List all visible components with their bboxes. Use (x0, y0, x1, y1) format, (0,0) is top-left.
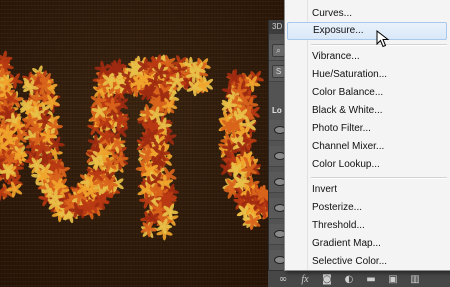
menu-item-threshold[interactable]: Threshold... (287, 217, 447, 235)
trash-icon[interactable]: ▥ (408, 274, 422, 285)
adjustment-icon[interactable]: ◐ (342, 274, 356, 285)
menu-item-exposure[interactable]: Exposure... (287, 22, 447, 40)
menu-item-photo-filter[interactable]: Photo Filter... (287, 120, 447, 138)
menu-item-selective-color[interactable]: Selective Color... (287, 253, 447, 271)
menu-item-invert[interactable]: Invert (287, 181, 447, 199)
new-layer-icon[interactable]: ▣ (386, 274, 400, 285)
folder-icon[interactable]: ▬ (364, 274, 378, 285)
menu-item-vibrance[interactable]: Vibrance... (287, 48, 447, 66)
menu-item-gradient-map[interactable]: Gradient Map... (287, 235, 447, 253)
menu-item-hue-saturation[interactable]: Hue/Saturation... (287, 66, 447, 84)
menu-item-curves[interactable]: Curves... (287, 5, 447, 23)
menu-item-color-lookup[interactable]: Color Lookup... (287, 156, 447, 174)
menu-separator (311, 177, 447, 179)
lock-label: Lo (272, 106, 282, 115)
menu-item-black-white[interactable]: Black & White... (287, 102, 447, 120)
mask-icon[interactable]: ◙ (320, 274, 334, 285)
layers-bottom-toolbar: ∞ fx ◙ ◐ ▬ ▣ ▥ (268, 270, 450, 287)
adjustment-layer-menu: Curves... Exposure... Vibrance... Hue/Sa… (284, 0, 450, 271)
mouse-cursor-icon (376, 30, 390, 48)
menu-item-channel-mixer[interactable]: Channel Mixer... (287, 138, 447, 156)
fx-icon[interactable]: fx (298, 274, 312, 285)
menu-item-posterize[interactable]: Posterize... (287, 199, 447, 217)
leaf-lettering-artwork (0, 0, 284, 286)
link-icon[interactable]: ∞ (276, 274, 290, 285)
menu-item-color-balance[interactable]: Color Balance... (287, 84, 447, 102)
